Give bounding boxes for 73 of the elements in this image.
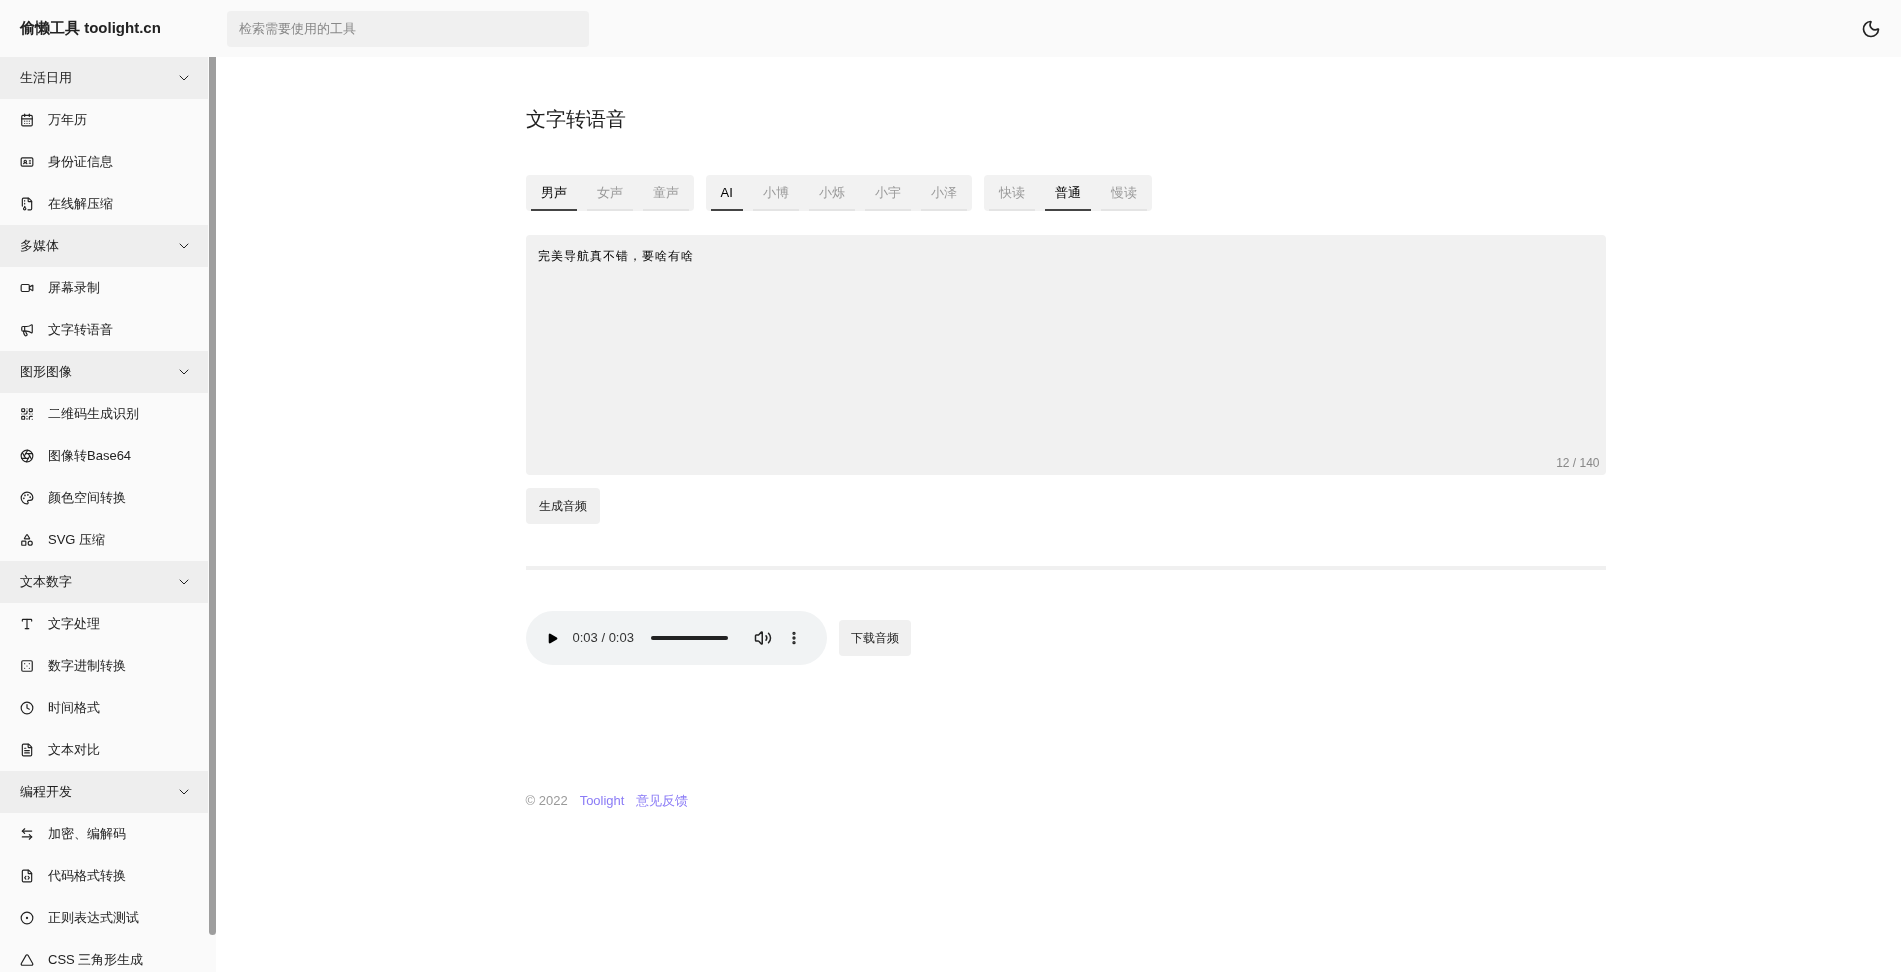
dice-icon [20,659,34,673]
aperture-icon [20,449,34,463]
download-audio-button[interactable]: 下载音频 [838,620,911,656]
sidebar-item[interactable]: 数字进制转换 [0,645,208,687]
item-label: 正则表达式测试 [48,909,139,928]
category-header[interactable]: 多媒体 [0,225,208,267]
item-label: 在线解压缩 [48,195,113,214]
item-label: 图像转Base64 [48,447,132,466]
letter-icon [20,617,34,631]
item-label: 屏幕录制 [48,279,100,298]
item-label: 数字进制转换 [48,657,126,676]
item-label: 文本对比 [48,741,100,760]
sidebar-item[interactable]: 屏幕录制 [0,267,208,309]
clock-icon [20,701,34,715]
category-header[interactable]: 文本数字 [0,561,208,603]
document-icon [20,743,34,757]
swap-arrows-icon [20,827,34,841]
item-label: SVG 压缩 [48,531,106,550]
generate-audio-button[interactable]: 生成音频 [525,488,600,524]
character-counter: 12 / 140 [1556,455,1600,472]
sidebar-item[interactable]: 万年历 [0,99,208,141]
option-tab[interactable]: 普通 [1044,177,1091,211]
text-area[interactable]: 完美导航真不错，要啥有啥 12 / 140 [525,235,1606,475]
sidebar-item[interactable]: 代码格式转换 [0,855,208,897]
sidebar-item[interactable]: 文本对比 [0,729,208,771]
sidebar-item[interactable]: 文字转语音 [0,309,208,351]
category-header[interactable]: 生活日用 [0,57,208,99]
item-label: 代码格式转换 [48,867,126,886]
item-label: CSS 三角形生成 [48,951,144,970]
palette-icon [20,491,34,505]
audio-player[interactable]: 0:03 / 0:03 [525,611,827,665]
option-tab[interactable]: AI [710,177,743,211]
code-file-icon [20,869,34,883]
page-title: 文字转语音 [525,107,627,132]
item-label: 时间格式 [48,699,100,718]
triangle-icon [20,953,34,967]
sidebar-item[interactable]: 颜色空间转换 [0,477,208,519]
search-field[interactable]: 检索需要使用的工具 [227,10,589,47]
copyright-text: © 2022 [525,792,568,810]
qr-code-icon [20,407,34,421]
volume-icon[interactable] [753,629,772,647]
sidebar-item[interactable]: 身份证信息 [0,141,208,183]
dark-mode-icon[interactable] [1861,18,1881,39]
item-label: 二维码生成识别 [48,405,139,424]
zip-file-icon [20,197,34,211]
sidebar-item[interactable]: SVG 压缩 [0,519,208,561]
circle-icon [20,911,34,925]
category-header[interactable]: 编程开发 [0,771,208,813]
item-label: 身份证信息 [48,153,113,172]
sidebar-item[interactable]: 在线解压缩 [0,183,208,225]
shapes-icon [20,533,34,547]
sidebar-item[interactable]: 时间格式 [0,687,208,729]
sidebar-item[interactable]: 文字处理 [0,603,208,645]
audio-time: 0:03 / 0:03 [572,629,634,648]
item-label: 颜色空间转换 [48,489,126,508]
sidebar-item[interactable]: CSS 三角形生成 [0,939,208,972]
progress-slider[interactable] [650,636,728,640]
id-card-icon [20,155,34,169]
item-label: 文字处理 [48,615,100,634]
sidebar-item[interactable]: 加密、编解码 [0,813,208,855]
item-label: 文字转语音 [48,321,113,340]
sidebar-item[interactable]: 正则表达式测试 [0,897,208,939]
category-header[interactable]: 图形图像 [0,351,208,393]
sidebar-item[interactable]: 二维码生成识别 [0,393,208,435]
megaphone-icon [20,323,34,337]
sidebar-item[interactable]: 图像转Base64 [0,435,208,477]
site-logo[interactable]: 偷懒工具 toolight.cn [20,17,227,40]
footer-link[interactable]: 意见反馈 [636,791,689,811]
calendar-icon [20,113,34,127]
video-camera-icon [20,281,34,295]
option-tab[interactable]: 男声 [530,177,577,211]
item-label: 加密、编解码 [48,825,126,844]
item-label: 万年历 [48,111,87,130]
